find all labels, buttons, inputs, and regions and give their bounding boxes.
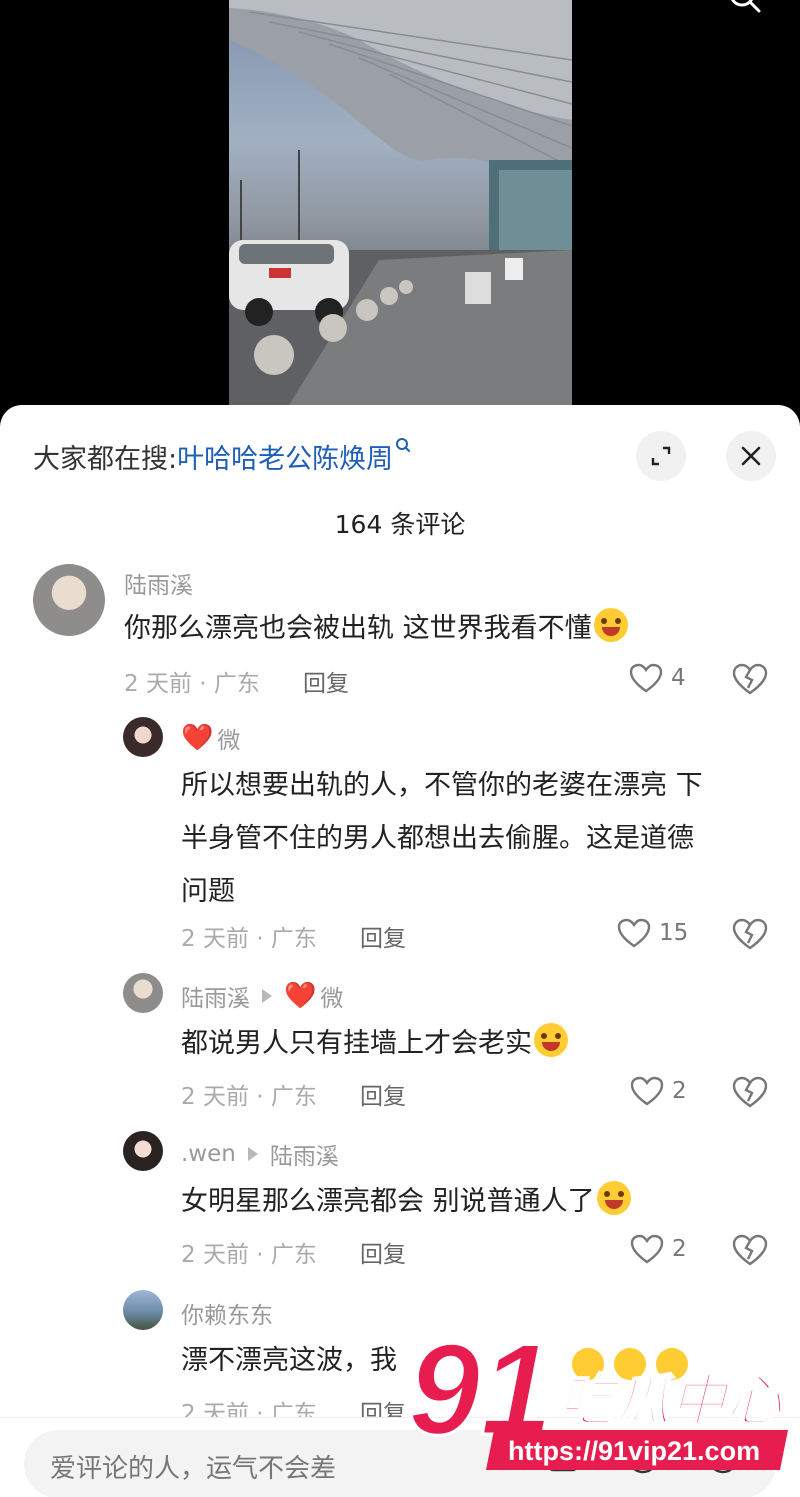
comment-input-bar: 爱评论的人，运气不会差 <box>0 1417 800 1497</box>
trending-search[interactable]: 大家都在搜:叶哈哈老公陈焕周 <box>33 437 411 476</box>
search-icon[interactable] <box>726 0 762 16</box>
avatar[interactable] <box>123 1131 163 1171</box>
heart-icon <box>630 1076 664 1106</box>
comment-input[interactable]: 爱评论的人，运气不会差 <box>24 1430 776 1497</box>
comment-username[interactable]: 陆雨溪 ❤️ 微 <box>181 979 343 1013</box>
reply-button[interactable]: 回复 <box>303 664 349 698</box>
comment-meta: 2 天前 · 广东 <box>124 671 260 697</box>
image-icon[interactable] <box>545 1440 581 1476</box>
comment-username[interactable]: .wen 陆雨溪 <box>181 1137 339 1171</box>
emoji-icon[interactable] <box>705 1440 741 1476</box>
close-button[interactable] <box>726 431 776 481</box>
laughing-emoji-icon <box>534 1023 568 1057</box>
heart-emoji-icon: ❤️ <box>284 981 317 1011</box>
mention-icon[interactable] <box>625 1440 661 1476</box>
avatar[interactable] <box>123 1290 163 1330</box>
comment-meta: 2 天前 · 广东 <box>181 1084 317 1110</box>
like-button[interactable]: 2 <box>630 1234 687 1264</box>
like-count: 2 <box>672 1078 687 1104</box>
comment-username[interactable]: 陆雨溪 <box>124 566 193 600</box>
comment-sheet: 大家都在搜:叶哈哈老公陈焕周 164 条评论 陆雨溪 你那么漂亮也会被出轨 这世… <box>0 405 800 1497</box>
broken-heart-icon[interactable] <box>732 1234 768 1266</box>
video-frame[interactable] <box>229 0 572 405</box>
expand-icon <box>651 446 671 466</box>
reply-to-username: 微 <box>320 986 344 1012</box>
reply-button[interactable]: 回复 <box>360 1077 406 1111</box>
like-button[interactable]: 4 <box>629 663 686 693</box>
crying-laughing-emoji-icon <box>596 1181 631 1215</box>
comment-text-line: 问题 <box>181 876 235 907</box>
search-icon[interactable] <box>395 437 411 455</box>
broken-heart-icon[interactable] <box>732 1076 768 1108</box>
comment-text-content: 女明星那么漂亮都会 别说普通人了 <box>181 1186 595 1217</box>
like-count: 4 <box>671 665 686 691</box>
laughing-emoji-icon <box>593 608 628 642</box>
comment-username[interactable]: 你赖东东 <box>181 1296 273 1330</box>
comment-meta: 2 天前 · 广东 <box>181 926 317 952</box>
username-text: 微 <box>217 728 241 754</box>
reply-arrow-icon <box>247 1147 258 1161</box>
comment-input-placeholder: 爱评论的人，运气不会差 <box>50 1454 337 1484</box>
close-icon <box>741 446 761 466</box>
reply-button[interactable]: 回复 <box>360 919 406 953</box>
comment-text-line: 所以想要出轨的人，不管你的老婆在漂亮 下 <box>181 770 703 801</box>
reply-item: .wen 陆雨溪 女明星那么漂亮都会 别说普通人了 2 天前 · 广东 回复 2 <box>0 1131 800 1271</box>
broken-heart-icon[interactable] <box>732 918 768 950</box>
comment-text-content: 都说男人只有挂墙上才会老实 <box>181 1028 532 1059</box>
heart-icon <box>617 918 651 948</box>
comment-text: 漂不漂亮这波，我 <box>181 1334 397 1387</box>
heart-icon <box>629 663 663 693</box>
comment-text: 你那么漂亮也会被出轨 这世界我看不懂 <box>124 602 628 655</box>
heart-emoji-icon: ❤️ <box>181 723 214 753</box>
like-count: 2 <box>672 1236 687 1262</box>
reply-item: 陆雨溪 ❤️ 微 都说男人只有挂墙上才会老实 2 天前 · 广东 回复 2 <box>0 973 800 1113</box>
broken-heart-icon[interactable] <box>732 663 768 695</box>
expand-button[interactable] <box>636 431 686 481</box>
comment-item: 陆雨溪 你那么漂亮也会被出轨 这世界我看不懂 2 天前 · 广东 回复 4 <box>0 560 800 700</box>
comment-text-line: 半身管不住的男人都想出去偷腥。这是道德 <box>181 823 694 854</box>
avatar[interactable] <box>123 973 163 1013</box>
comment-username[interactable]: ❤️ 微 <box>181 721 240 755</box>
avatar[interactable] <box>123 717 163 757</box>
comment-meta: 2 天前 · 广东 <box>181 1242 317 1268</box>
heart-icon <box>630 1234 664 1264</box>
comment-count: 164 条评论 <box>334 510 466 539</box>
trending-keyword-link[interactable]: 叶哈哈老公陈焕周 <box>177 444 393 475</box>
comment-text: 女明星那么漂亮都会 别说普通人了 <box>181 1175 631 1228</box>
comment-text: 都说男人只有挂墙上才会老实 <box>181 1017 568 1070</box>
avatar[interactable] <box>33 564 105 636</box>
like-count: 15 <box>659 920 689 946</box>
comment-text: 所以想要出轨的人，不管你的老婆在漂亮 下 半身管不住的男人都想出去偷腥。这是道德… <box>181 759 771 918</box>
username-text: .wen <box>181 1141 236 1167</box>
reply-item: ❤️ 微 所以想要出轨的人，不管你的老婆在漂亮 下 半身管不住的男人都想出去偷腥。… <box>0 715 800 955</box>
reply-to-username: 陆雨溪 <box>269 1144 339 1170</box>
reply-button[interactable]: 回复 <box>360 1235 406 1269</box>
reply-arrow-icon <box>262 989 272 1003</box>
comment-text-content: 你那么漂亮也会被出轨 这世界我看不懂 <box>124 613 592 644</box>
like-button[interactable]: 15 <box>617 918 688 948</box>
video-player[interactable] <box>0 0 800 420</box>
trending-prefix: 大家都在搜: <box>33 444 178 475</box>
reply-item: 你赖东东 漂不漂亮这波，我 2 天前 · 广东 回复 <box>0 1290 800 1427</box>
like-button[interactable]: 2 <box>630 1076 687 1106</box>
username-text: 陆雨溪 <box>181 986 250 1012</box>
comment-text-content: 漂不漂亮这波，我 <box>181 1345 397 1376</box>
airport-scene-illustration <box>229 0 572 405</box>
